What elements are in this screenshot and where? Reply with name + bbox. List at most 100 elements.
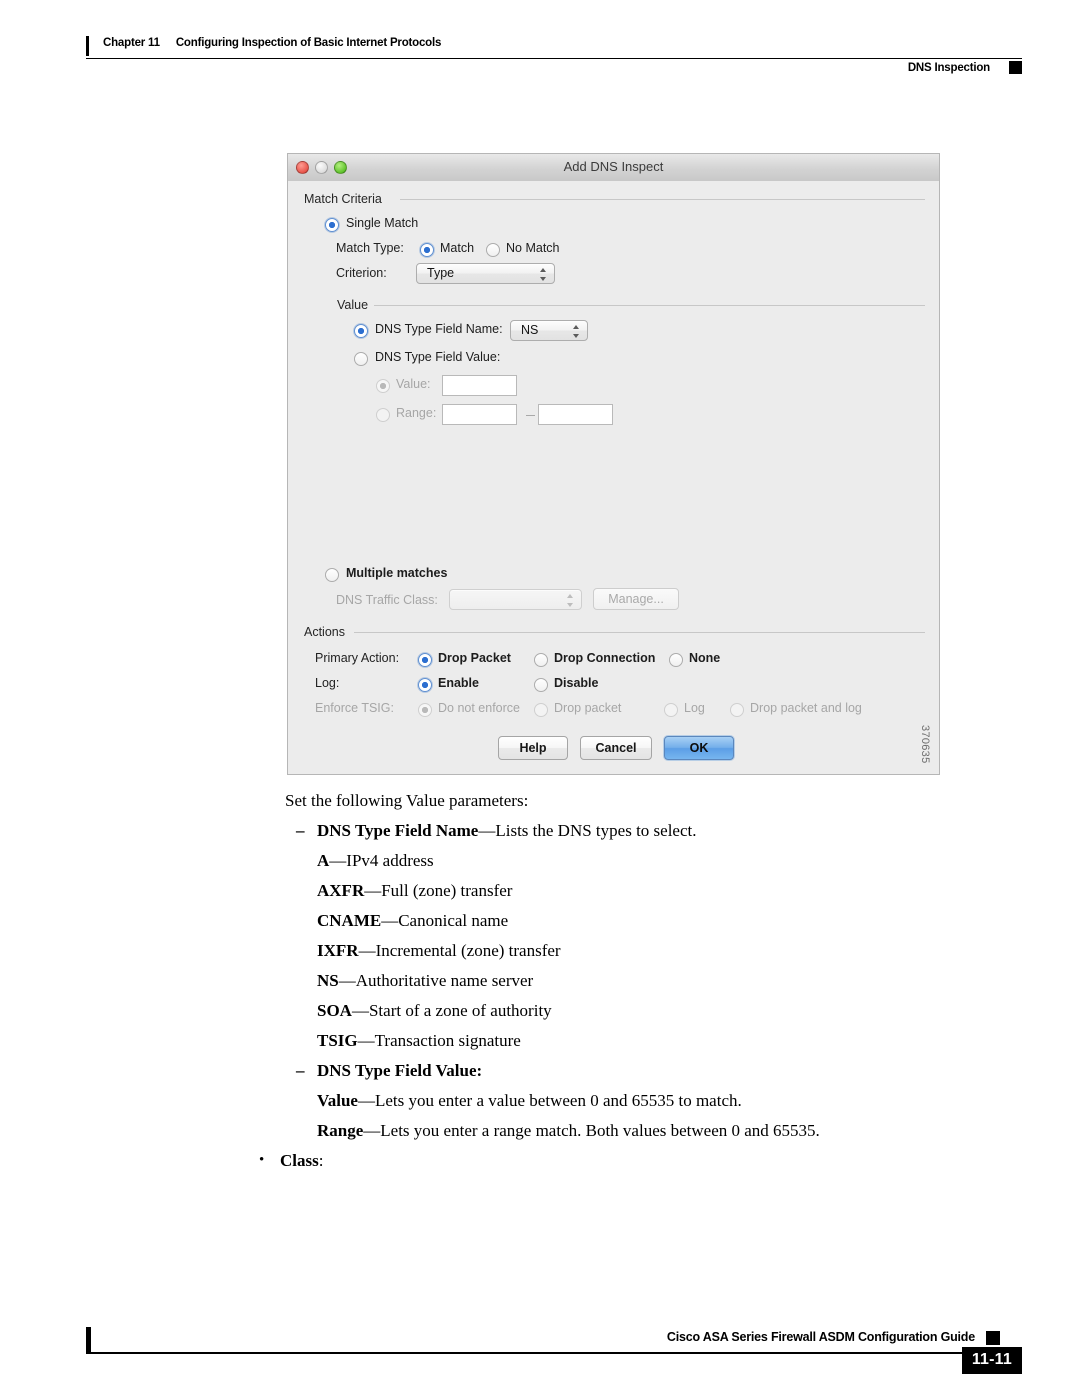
item-desc: —IPv4 address	[329, 851, 434, 870]
dns-type-field-name-select[interactable]: NS	[510, 320, 588, 341]
dns-traffic-class-select[interactable]	[449, 589, 582, 610]
item-desc: —Canonical name	[381, 911, 509, 930]
cancel-button[interactable]: Cancel	[580, 736, 652, 760]
label-match: Match	[440, 241, 475, 255]
ok-button[interactable]: OK	[664, 736, 734, 760]
header-chapter-title: Configuring Inspection of Basic Internet…	[175, 37, 442, 49]
radio-value[interactable]	[376, 379, 390, 393]
list-item: SOA—Start of a zone of authority	[317, 1001, 552, 1021]
radio-log-disable[interactable]	[534, 678, 548, 692]
item-desc: —Full (zone) transfer	[364, 881, 513, 900]
radio-log-enable[interactable]	[418, 678, 432, 692]
list-dash-0: –	[296, 821, 305, 840]
label-dns-type-field-name: DNS Type Field Name:	[375, 322, 503, 336]
item-term: IXFR	[317, 941, 359, 960]
label-log-disable: Disable	[554, 676, 599, 690]
range-to-input[interactable]	[538, 404, 613, 425]
match-criteria-rule	[400, 199, 925, 200]
list-item: IXFR—Incremental (zone) transfer	[317, 941, 561, 961]
criterion-select[interactable]: Type	[416, 263, 555, 284]
header-section: DNS Inspection	[907, 62, 990, 74]
radio-multiple-matches[interactable]	[325, 568, 339, 582]
chevron-updown-icon	[567, 593, 574, 608]
list-item: Value—Lets you enter a value between 0 a…	[317, 1091, 742, 1111]
label-none: None	[689, 651, 721, 665]
header-square-marker	[1009, 61, 1022, 74]
radio-tsig-do-not-enforce[interactable]	[418, 703, 432, 717]
radio-drop-packet[interactable]	[418, 653, 432, 667]
dialog-titlebar[interactable]: Add DNS Inspect	[288, 154, 939, 182]
item-term: SOA	[317, 1001, 352, 1020]
label-log: Log:	[315, 676, 340, 690]
figure-id-label: 370635	[919, 725, 931, 764]
item-term: TSIG	[317, 1031, 358, 1050]
page-header: Chapter 11 Configuring Inspection of Basi…	[86, 34, 1022, 74]
dns-type-field-name-value: NS	[521, 323, 539, 337]
list-item: TSIG—Transaction signature	[317, 1031, 521, 1051]
criterion-select-value: Type	[427, 266, 455, 280]
radio-match[interactable]	[420, 243, 434, 257]
figure-add-dns-inspect: Add DNS Inspect Match Criteria Single Ma…	[287, 153, 940, 775]
label-drop-packet: Drop Packet	[438, 651, 511, 665]
radio-no-match[interactable]	[486, 243, 500, 257]
value-input[interactable]	[442, 375, 517, 396]
label-tsig-do-not-enforce: Do not enforce	[438, 701, 520, 715]
chevron-updown-icon	[540, 267, 547, 282]
label-no-match: No Match	[506, 241, 560, 255]
range-from-input[interactable]	[442, 404, 517, 425]
label-value: Value:	[396, 377, 431, 391]
radio-drop-connection[interactable]	[534, 653, 548, 667]
item-term: NS	[317, 971, 339, 990]
dialog-title: Add DNS Inspect	[563, 159, 664, 174]
radio-tsig-log[interactable]	[664, 703, 678, 717]
item-desc: —Transaction signature	[357, 1031, 521, 1050]
radio-dns-type-field-name[interactable]	[354, 324, 368, 338]
manage-button[interactable]: Manage...	[593, 588, 679, 610]
label-log-enable: Enable	[438, 676, 479, 690]
list-item: AXFR—Full (zone) transfer	[317, 881, 512, 901]
dialog-body: Match Criteria Single Match Match Type: …	[288, 181, 939, 774]
radio-dns-type-field-value[interactable]	[354, 352, 368, 366]
list-item: CNAME—Canonical name	[317, 911, 508, 931]
label-multiple-matches: Multiple matches	[346, 566, 448, 580]
label-tsig-drop-packet-and-log: Drop packet and log	[750, 701, 862, 715]
radio-tsig-drop-packet-and-log[interactable]	[730, 703, 744, 717]
actions-group-rule	[354, 632, 925, 633]
header-left-bar	[86, 36, 89, 56]
value-group-label: Value	[337, 298, 369, 312]
radio-single-match[interactable]	[325, 218, 339, 232]
item-desc: —Lists the DNS types to select.	[478, 821, 697, 840]
header-chapter: Chapter 11 Configuring Inspection of Basi…	[103, 37, 441, 49]
list-bullet-11: •	[259, 1152, 265, 1168]
item-term: Value	[317, 1091, 358, 1110]
help-button[interactable]: Help	[498, 736, 568, 760]
actions-group-label: Actions	[304, 625, 345, 639]
list-item: DNS Type Field Name—Lists the DNS types …	[317, 821, 697, 841]
label-criterion: Criterion:	[336, 266, 387, 280]
label-tsig-log: Log	[684, 701, 705, 715]
item-term: DNS Type Field Value:	[317, 1061, 483, 1080]
match-criteria-group-label: Match Criteria	[304, 192, 382, 206]
label-primary-action: Primary Action:	[315, 651, 400, 665]
radio-range[interactable]	[376, 408, 390, 422]
add-dns-inspect-dialog: Add DNS Inspect Match Criteria Single Ma…	[287, 153, 940, 775]
footer-square-marker	[986, 1331, 1000, 1345]
item-desc: —Authoritative name server	[338, 971, 534, 990]
radio-tsig-drop-packet[interactable]	[534, 703, 548, 717]
item-desc: —Lets you enter a value between 0 and 65…	[357, 1091, 742, 1110]
label-match-type: Match Type:	[336, 241, 404, 255]
footer-rule	[86, 1352, 1022, 1354]
item-term: A	[317, 851, 330, 870]
header-chapter-number: Chapter 11	[103, 37, 160, 49]
item-desc: :	[318, 1151, 324, 1170]
label-single-match: Single Match	[346, 216, 419, 230]
value-group-rule	[374, 305, 925, 306]
chevron-updown-icon	[573, 324, 580, 339]
list-item: DNS Type Field Value:	[317, 1061, 482, 1081]
body-intro: Set the following Value parameters:	[285, 791, 529, 810]
item-desc: —Incremental (zone) transfer	[358, 941, 561, 960]
list-item: Class:	[280, 1151, 323, 1171]
radio-none[interactable]	[669, 653, 683, 667]
item-desc: —Lets you enter a range match. Both valu…	[363, 1121, 820, 1140]
footer-guide-title: Cisco ASA Series Firewall ASDM Configura…	[666, 1330, 975, 1344]
